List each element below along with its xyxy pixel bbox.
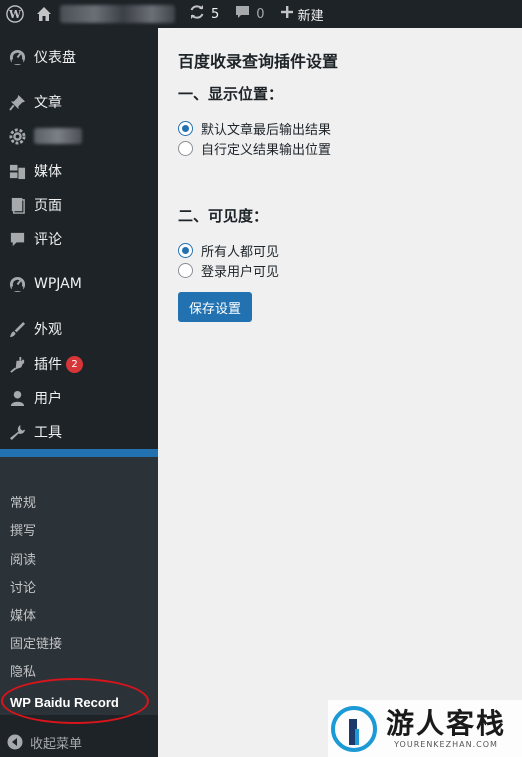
updates-button[interactable]: 5 <box>189 0 219 28</box>
radio-label: 所有人都可见 <box>201 245 280 260</box>
user-icon <box>0 390 34 407</box>
page-icon <box>0 197 34 214</box>
submenu-writing[interactable]: 撰写 <box>10 518 36 546</box>
page-title: 百度收录查询插件设置 <box>178 52 339 71</box>
comments-count: 0 <box>256 6 265 22</box>
menu-label: 用户 <box>34 391 62 407</box>
plus-icon <box>280 6 293 22</box>
new-content-button[interactable]: 新建 <box>280 0 324 28</box>
collapse-arrow-icon <box>0 734 30 750</box>
menu-posts[interactable]: 文章 <box>0 85 158 119</box>
menu-pages[interactable]: 页面 <box>0 188 158 222</box>
menu-label: 仪表盘 <box>34 50 76 66</box>
menu-wpjam[interactable]: WPJAM <box>0 267 158 301</box>
radio-option-everyone[interactable]: 所有人都可见 <box>178 241 279 260</box>
plugin-icon <box>0 356 34 373</box>
radio-button-checked[interactable] <box>178 121 193 136</box>
comment-icon <box>0 231 34 248</box>
media-icon <box>0 163 34 180</box>
submenu-discussion[interactable]: 讨论 <box>10 575 36 603</box>
radio-button[interactable] <box>178 141 193 156</box>
submenu-reading[interactable]: 阅读 <box>10 547 36 575</box>
menu-label: WPJAM <box>34 276 82 292</box>
menu-dashboard[interactable]: 仪表盘 <box>0 40 158 74</box>
admin-bar: W 5 0 新建 <box>0 0 522 28</box>
radio-option-logged-in[interactable]: 登录用户可见 <box>178 261 279 280</box>
watermark-subtitle: YOURENKEZHAN.COM <box>394 740 498 749</box>
menu-tools[interactable]: 工具 <box>0 415 158 449</box>
menu-media[interactable]: 媒体 <box>0 154 158 188</box>
watermark-title: 游人客栈 <box>386 707 507 740</box>
gear-icon <box>0 127 34 145</box>
brush-icon <box>0 321 34 338</box>
menu-blurred-item[interactable] <box>0 119 158 153</box>
dashboard-icon <box>0 49 34 66</box>
collapse-label: 收起菜单 <box>30 736 83 752</box>
wordpress-logo-icon[interactable]: W <box>0 0 30 28</box>
radio-button-checked[interactable] <box>178 243 193 258</box>
radio-option-default-end[interactable]: 默认文章最后输出结果 <box>178 119 331 138</box>
dashboard-icon <box>0 276 34 293</box>
save-settings-button[interactable]: 保存设置 <box>178 292 252 322</box>
menu-users[interactable]: 用户 <box>0 381 158 415</box>
radio-button[interactable] <box>178 263 193 278</box>
menu-label: 媒体 <box>34 164 62 180</box>
section-heading-position: 一、显示位置： <box>178 85 284 103</box>
site-watermark: 游人客栈 YOURENKEZHAN.COM <box>328 700 522 757</box>
section-heading-visibility: 二、可见度： <box>178 207 269 225</box>
menu-label: 页面 <box>34 198 62 214</box>
blurred-label <box>34 128 82 144</box>
submenu-media[interactable]: 媒体 <box>10 603 36 631</box>
highlight-annotation-circle <box>1 678 149 724</box>
radio-label: 自行定义结果输出位置 <box>201 143 332 158</box>
radio-label: 默认文章最后输出结果 <box>201 123 332 138</box>
submenu-permalinks[interactable]: 固定链接 <box>10 631 62 659</box>
menu-plugins[interactable]: 插件 2 <box>0 347 158 381</box>
new-label: 新建 <box>297 8 324 24</box>
svg-text:W: W <box>8 8 22 21</box>
site-name-blurred[interactable] <box>60 5 175 23</box>
menu-label: 评论 <box>34 232 62 248</box>
menu-label: 工具 <box>34 425 62 441</box>
menu-appearance[interactable]: 外观 <box>0 312 158 346</box>
collapse-menu-button[interactable]: 收起菜单 <box>0 728 158 756</box>
radio-label: 登录用户可见 <box>201 265 280 280</box>
menu-label: 外观 <box>34 322 62 338</box>
menu-comments[interactable]: 评论 <box>0 222 158 256</box>
radio-option-custom-position[interactable]: 自行定义结果输出位置 <box>178 139 331 158</box>
main-content: 百度收录查询插件设置 一、显示位置： 默认文章最后输出结果 自行定义结果输出位置… <box>158 28 522 757</box>
submenu-general[interactable]: 常规 <box>10 490 36 518</box>
comments-button[interactable]: 0 <box>235 0 265 28</box>
comment-bubble-icon <box>235 5 250 23</box>
menu-label: 文章 <box>34 95 62 111</box>
menu-label: 插件 <box>34 357 62 373</box>
pin-icon <box>0 94 34 111</box>
plugins-update-badge: 2 <box>66 355 83 373</box>
wrench-icon <box>0 424 34 441</box>
home-icon[interactable] <box>30 0 58 28</box>
watermark-logo-icon <box>331 705 377 752</box>
refresh-icon <box>189 4 205 24</box>
updates-count: 5 <box>211 6 220 22</box>
